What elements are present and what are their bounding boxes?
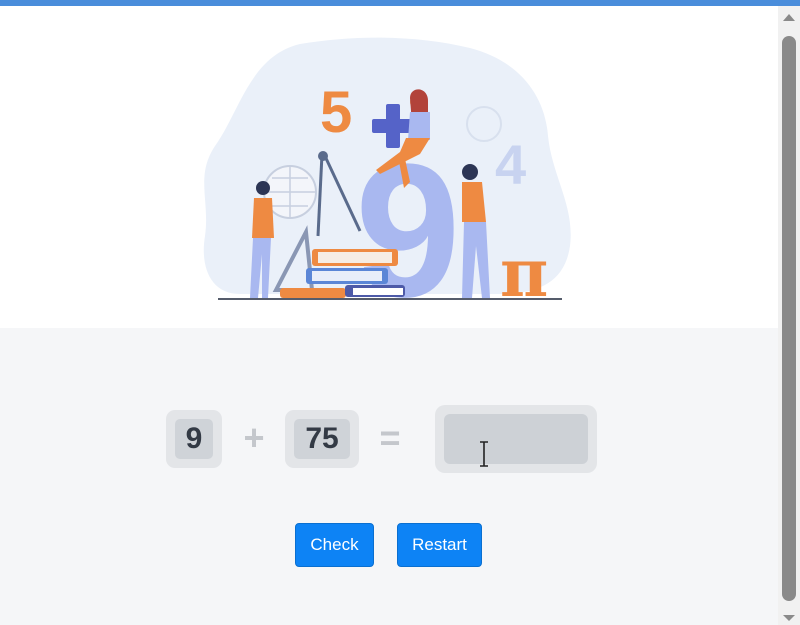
digit-four: 4 — [495, 133, 526, 196]
scroll-down-arrow-icon[interactable] — [782, 614, 796, 622]
operand-b: 75 — [294, 419, 350, 459]
check-button[interactable]: Check — [295, 523, 374, 567]
answer-box — [435, 405, 597, 473]
operand-b-box: 75 — [285, 410, 359, 468]
hero-banner: 4 9 5 π — [0, 6, 778, 328]
scrollbar-thumb[interactable] — [782, 36, 796, 601]
vertical-scrollbar[interactable] — [778, 6, 800, 625]
answer-input[interactable] — [444, 414, 588, 464]
digit-five: 5 — [320, 80, 352, 145]
operand-a: 9 — [175, 419, 213, 459]
operand-a-box: 9 — [166, 410, 222, 468]
scroll-up-arrow-icon[interactable] — [782, 12, 796, 22]
math-illustration: 4 9 5 π — [203, 37, 571, 328]
pi-symbol: π — [500, 234, 548, 312]
restart-button[interactable]: Restart — [397, 523, 482, 567]
text-cursor-icon — [480, 441, 488, 467]
operator-plus: + — [243, 417, 265, 458]
quiz-area: 9 + 75 = Check Restart — [0, 328, 778, 625]
equals-sign: = — [379, 417, 401, 458]
